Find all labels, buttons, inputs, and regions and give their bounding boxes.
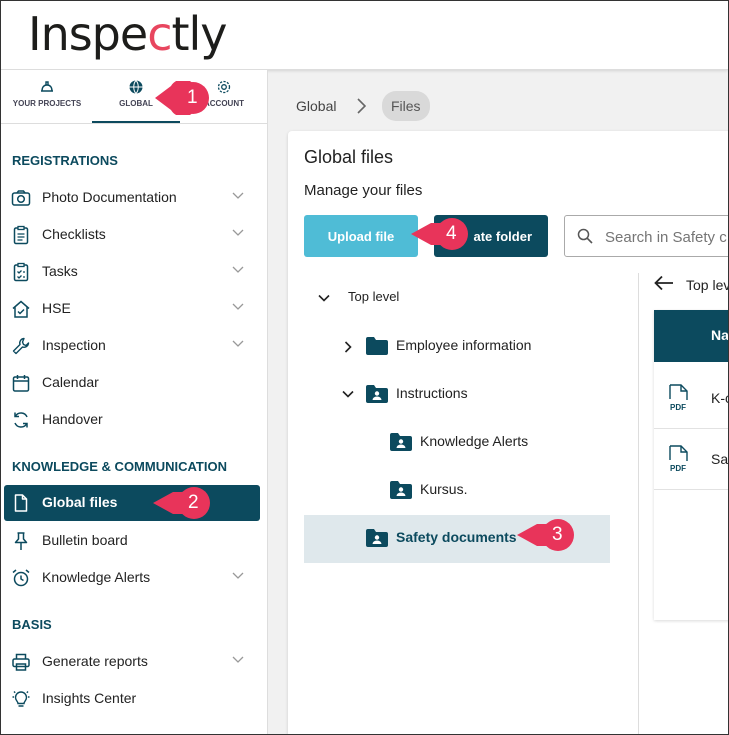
chevron-down-icon[interactable] [318, 292, 330, 304]
callout-1: 1 [153, 81, 213, 115]
sidebar-item-label: Tasks [42, 263, 78, 279]
section-knowledge-communication: KNOWLEDGE & COMMUNICATION [12, 459, 227, 474]
printer-icon [12, 653, 30, 671]
sidebar-item-label: Handover [42, 411, 103, 427]
clipboard-check-icon [13, 262, 29, 282]
pdf-file-icon: PDF [669, 445, 688, 473]
sidebar-item-handover[interactable]: Handover [1, 402, 267, 436]
sidebar-item-label: Checklists [42, 226, 106, 242]
search-input[interactable] [603, 226, 728, 248]
gear-icon [217, 80, 231, 94]
sidebar-item-label: Calendar [42, 374, 99, 390]
app-window: Inspectly YOUR PROJECTS GLOBAL ACCOUNT R… [0, 0, 729, 735]
clipboard-list-icon [13, 225, 29, 245]
search-box [564, 215, 728, 257]
tree-node-instructions[interactable]: Instructions [304, 371, 610, 419]
sidebar-item-generate-reports[interactable]: Generate reports [1, 644, 267, 678]
upload-file-button[interactable]: Upload file [304, 215, 418, 257]
chevron-down-icon[interactable] [232, 192, 244, 200]
files-card: Global files Manage your files Upload fi… [288, 131, 729, 734]
section-basis: BASIS [12, 617, 52, 632]
tree-node-knowledge-alerts[interactable]: Knowledge Alerts [304, 419, 610, 467]
sidebar-item-insights-center[interactable]: Insights Center [1, 681, 267, 715]
breadcrumb-global[interactable]: Global [296, 98, 336, 114]
page-subtitle: Manage your files [304, 182, 423, 199]
sidebar-item-label: Photo Documentation [42, 189, 177, 205]
table-row[interactable]: PDF Saf [654, 429, 728, 490]
tree-node-employee-information[interactable]: Employee information [304, 323, 610, 371]
chevron-down-icon[interactable] [342, 388, 354, 400]
chevron-right-icon[interactable] [342, 341, 354, 353]
chevron-down-icon[interactable] [232, 572, 244, 580]
sidebar-item-label: Bulletin board [42, 532, 128, 548]
chevron-right-icon [357, 98, 366, 114]
sidebar-item-inspection[interactable]: Inspection [1, 328, 267, 362]
tree-node-top-level[interactable]: Top level [304, 275, 610, 323]
sidebar-item-label: HSE [42, 300, 71, 316]
chevron-down-icon[interactable] [232, 229, 244, 237]
sidebar-item-checklists[interactable]: Checklists [1, 217, 267, 251]
sidebar-item-calendar[interactable]: Calendar [1, 365, 267, 399]
svg-text:PDF: PDF [670, 403, 686, 412]
lightbulb-icon [12, 691, 30, 707]
camera-icon [11, 190, 31, 206]
top-bar: Inspectly [1, 1, 728, 70]
hardhat-icon [41, 81, 53, 92]
sidebar-tabs: YOUR PROJECTS GLOBAL ACCOUNT [1, 70, 267, 124]
table-row[interactable]: PDF K-c [654, 368, 728, 429]
chevron-down-icon[interactable] [232, 266, 244, 274]
sidebar-item-bulletin-board[interactable]: Bulletin board [1, 523, 267, 557]
breadcrumb-files: Files [382, 91, 430, 121]
globe-icon [129, 80, 143, 94]
shared-folder-icon [366, 385, 388, 403]
svg-text:PDF: PDF [670, 464, 686, 473]
files-pane-location: Top lev [686, 277, 729, 293]
folder-icon [366, 337, 388, 355]
file-icon [14, 494, 28, 512]
chevron-down-icon[interactable] [232, 656, 244, 664]
shared-folder-icon [390, 433, 412, 451]
sidebar-item-label: Knowledge Alerts [42, 569, 151, 585]
tab-your-projects[interactable]: YOUR PROJECTS [3, 70, 91, 123]
sidebar-item-global-files[interactable]: Global files [4, 485, 260, 521]
section-registrations: REGISTRATIONS [12, 153, 118, 168]
wrench-icon [12, 337, 30, 355]
pane-divider [638, 273, 639, 734]
tree-node-kursus[interactable]: Kursus. [304, 467, 610, 515]
pdf-file-icon: PDF [669, 384, 688, 412]
page-title: Global files [304, 147, 394, 167]
sidebar: YOUR PROJECTS GLOBAL ACCOUNT REGISTRATIO… [1, 70, 268, 734]
sidebar-item-label: Inspection [42, 337, 106, 353]
callout-2: 2 [151, 486, 213, 520]
callout-4: 4 [409, 217, 471, 251]
house-check-icon [12, 300, 30, 318]
sidebar-item-tasks[interactable]: Tasks [1, 254, 267, 288]
app-logo[interactable]: Inspectly [28, 7, 228, 61]
chevron-down-icon[interactable] [232, 303, 244, 311]
search-icon [577, 228, 593, 244]
arrow-left-icon[interactable] [654, 275, 674, 291]
refresh-icon [14, 412, 28, 428]
shared-folder-icon [366, 529, 388, 547]
shared-folder-icon [390, 481, 412, 499]
sidebar-item-hse[interactable]: HSE [1, 291, 267, 325]
chevron-down-icon[interactable] [232, 340, 244, 348]
callout-3: 3 [515, 518, 577, 552]
sidebar-item-label: Generate reports [42, 653, 148, 669]
alarm-icon [12, 569, 30, 587]
sidebar-item-photo-documentation[interactable]: Photo Documentation [1, 180, 267, 214]
sidebar-item-label: Global files [42, 494, 118, 510]
files-table-header: Na [654, 310, 728, 362]
sidebar-item-knowledge-alerts[interactable]: Knowledge Alerts [1, 560, 267, 594]
sidebar-item-label: Insights Center [42, 690, 137, 706]
calendar-icon [12, 375, 30, 392]
pin-icon [14, 532, 28, 550]
